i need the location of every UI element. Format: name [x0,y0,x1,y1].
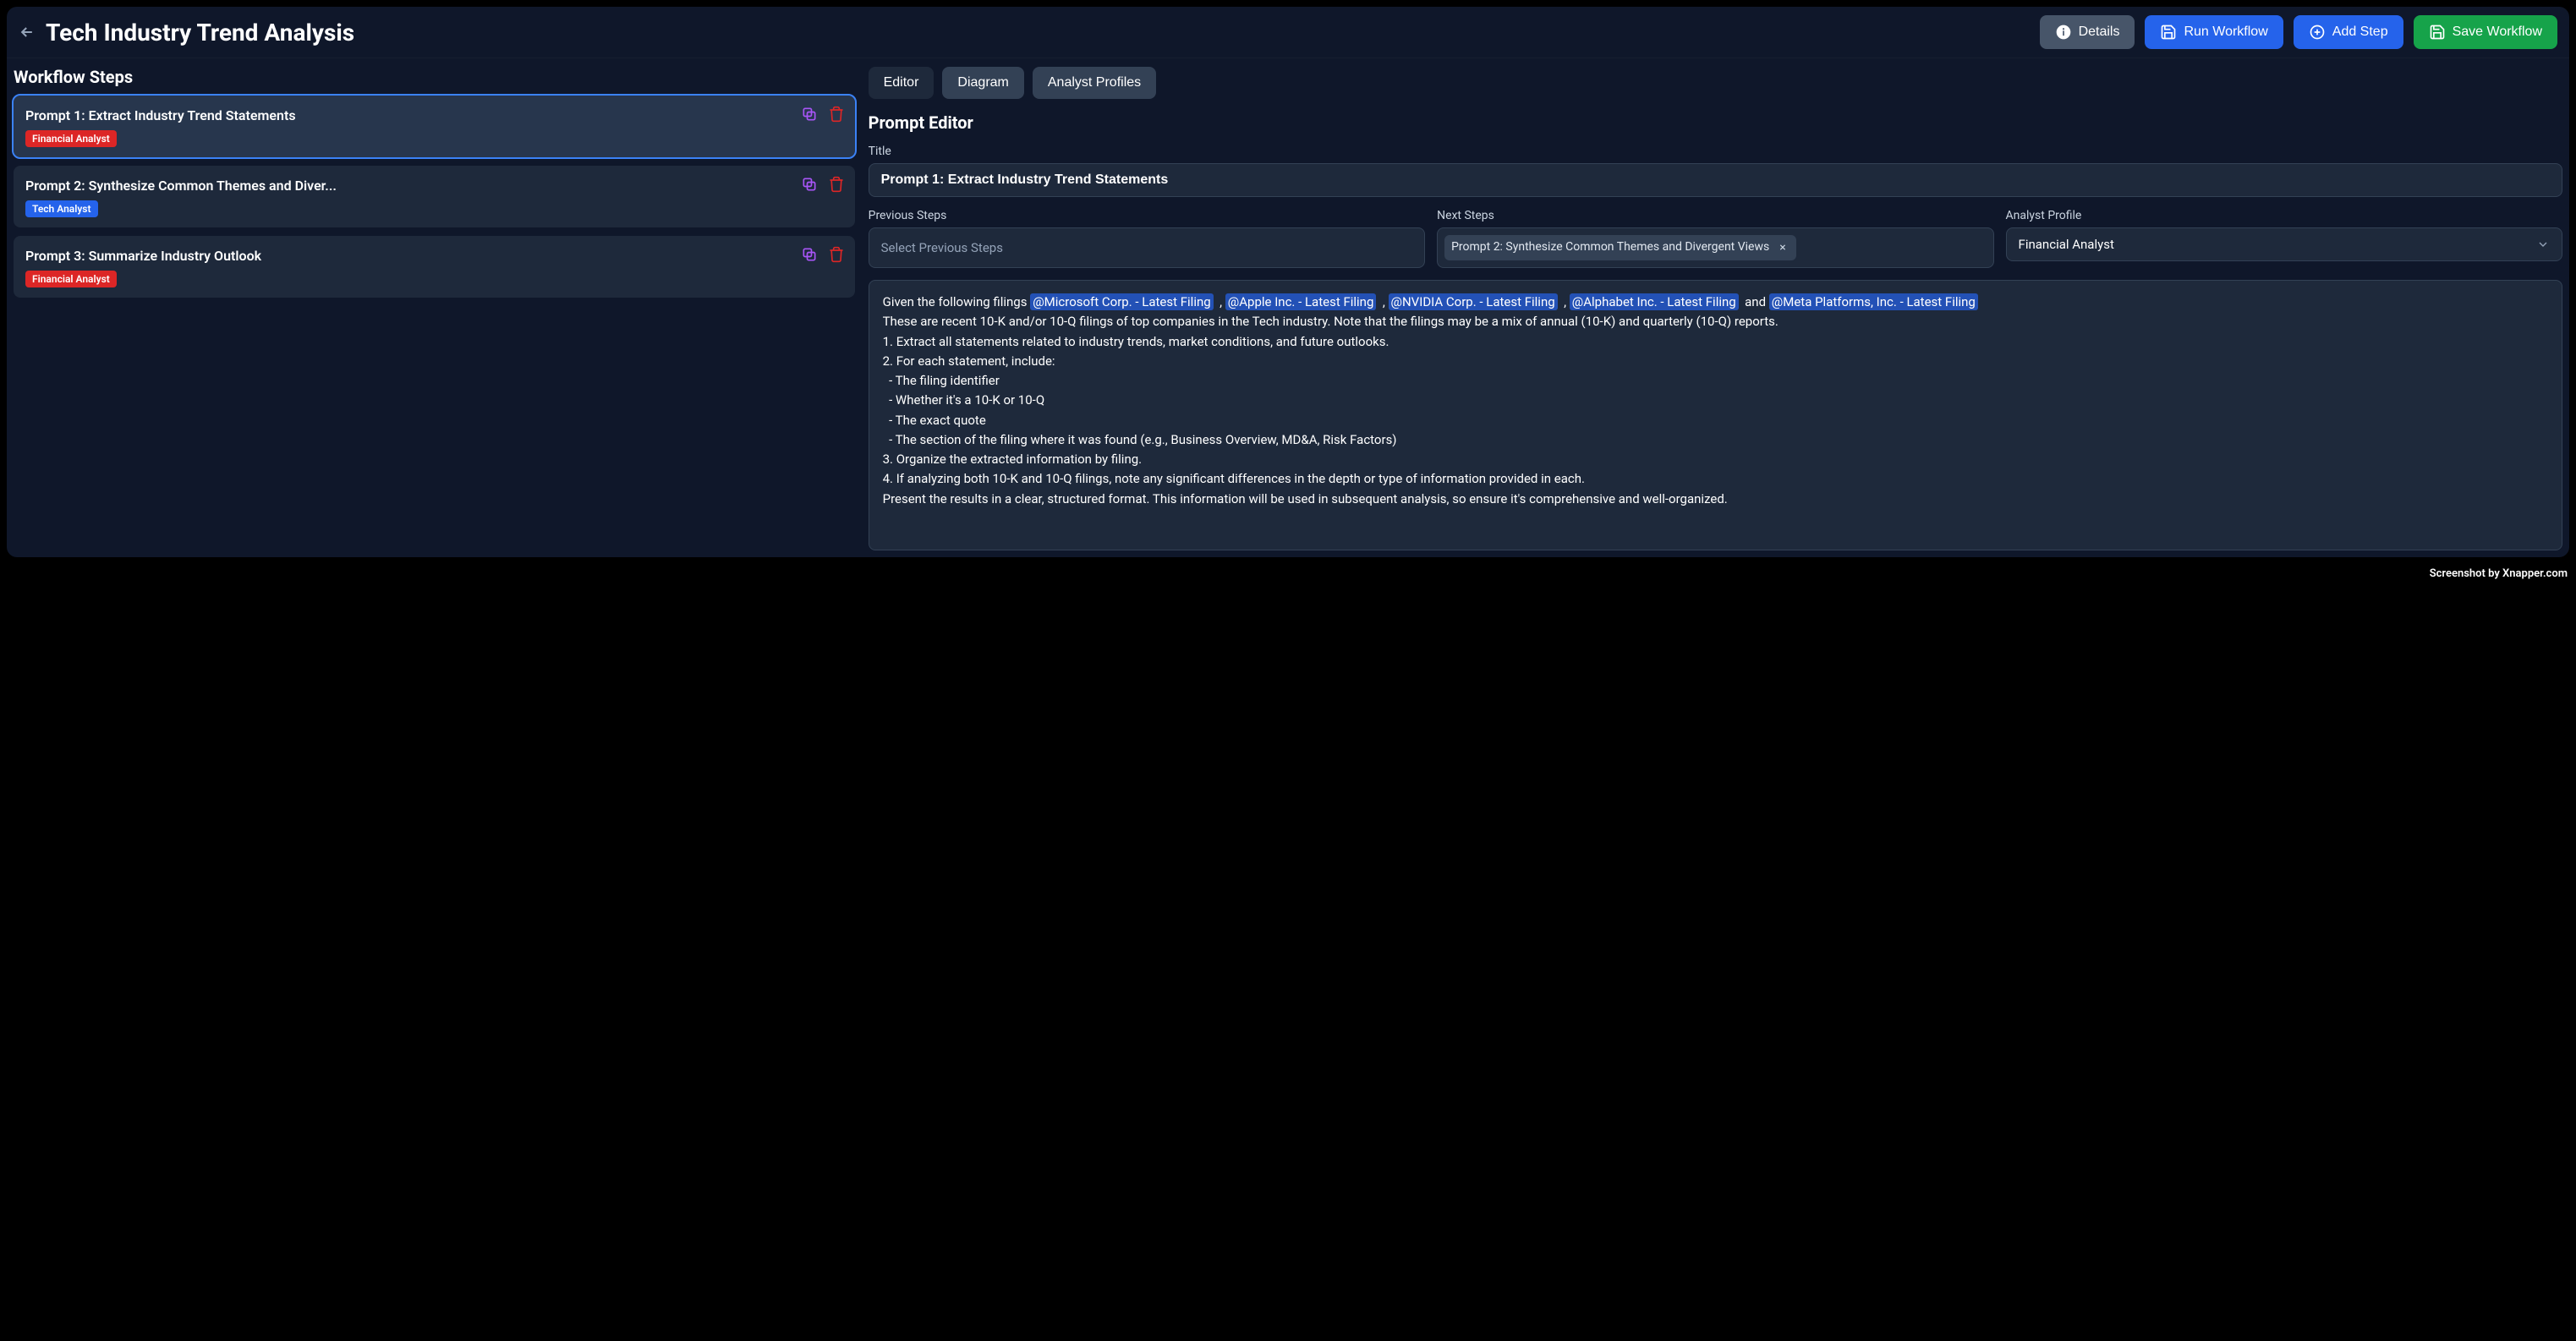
next-step-chip: Prompt 2: Synthesize Common Themes and D… [1444,235,1796,260]
app-header: Tech Industry Trend Analysis Details Run… [7,7,2569,58]
delete-icon[interactable] [828,106,845,123]
workflow-step-card[interactable]: Prompt 3: Summarize Industry Outlook Fin… [14,236,855,298]
save-icon [2429,24,2446,41]
next-steps-select[interactable]: Prompt 2: Synthesize Common Themes and D… [1437,227,1993,268]
plus-circle-icon [2309,24,2326,41]
delete-icon[interactable] [828,246,845,263]
save-disk-icon [2160,24,2177,41]
step-title: Prompt 3: Summarize Industry Outlook [25,248,843,264]
prompt-body-editor[interactable]: Given the following filings @Microsoft C… [869,280,2562,550]
details-label: Details [2079,25,2120,40]
previous-steps-placeholder: Select Previous Steps [881,240,1003,255]
watermark: Screenshot by Xnapper.com [0,564,2576,585]
title-input[interactable] [869,163,2562,197]
workflow-step-card[interactable]: Prompt 2: Synthesize Common Themes and D… [14,166,855,227]
editor-panel: Editor Diagram Analyst Profiles Prompt E… [869,67,2562,550]
chip-remove-icon[interactable]: × [1776,241,1789,255]
step-title: Prompt 2: Synthesize Common Themes and D… [25,178,843,194]
workflow-step-card[interactable]: Prompt 1: Extract Industry Trend Stateme… [14,96,855,157]
run-workflow-label: Run Workflow [2184,25,2267,40]
run-workflow-button[interactable]: Run Workflow [2145,15,2283,49]
next-steps-label: Next Steps [1437,209,1993,222]
add-step-button[interactable]: Add Step [2294,15,2403,49]
duplicate-icon[interactable] [801,106,818,123]
analyst-profile-dropdown[interactable]: Financial Analyst [2006,227,2562,261]
duplicate-icon[interactable] [801,176,818,193]
tab-editor[interactable]: Editor [869,67,934,99]
analyst-badge: Financial Analyst [25,130,117,147]
tab-diagram[interactable]: Diagram [942,67,1023,99]
workflow-sidebar: Workflow Steps Prompt 1: Extract Industr… [14,67,855,306]
step-title: Prompt 1: Extract Industry Trend Stateme… [25,107,843,123]
sidebar-title: Workflow Steps [14,67,855,87]
chevron-down-icon [2536,238,2550,251]
back-arrow-icon[interactable] [19,24,36,41]
analyst-badge: Tech Analyst [25,200,98,217]
tab-analyst-profiles[interactable]: Analyst Profiles [1033,67,1156,99]
chip-label: Prompt 2: Synthesize Common Themes and D… [1451,240,1769,255]
analyst-profile-value: Financial Analyst [2019,237,2114,252]
details-button[interactable]: Details [2040,15,2135,49]
analyst-profile-label: Analyst Profile [2006,209,2562,222]
save-workflow-label: Save Workflow [2453,25,2542,40]
info-icon [2055,24,2072,41]
add-step-label: Add Step [2332,25,2388,40]
previous-steps-label: Previous Steps [869,209,1425,222]
delete-icon[interactable] [828,176,845,193]
title-label: Title [869,145,2562,158]
save-workflow-button[interactable]: Save Workflow [2414,15,2557,49]
previous-steps-select[interactable]: Select Previous Steps [869,227,1425,268]
prompt-editor-title: Prompt Editor [869,112,2562,133]
analyst-badge: Financial Analyst [25,271,117,287]
page-title: Tech Industry Trend Analysis [46,19,354,47]
duplicate-icon[interactable] [801,246,818,263]
